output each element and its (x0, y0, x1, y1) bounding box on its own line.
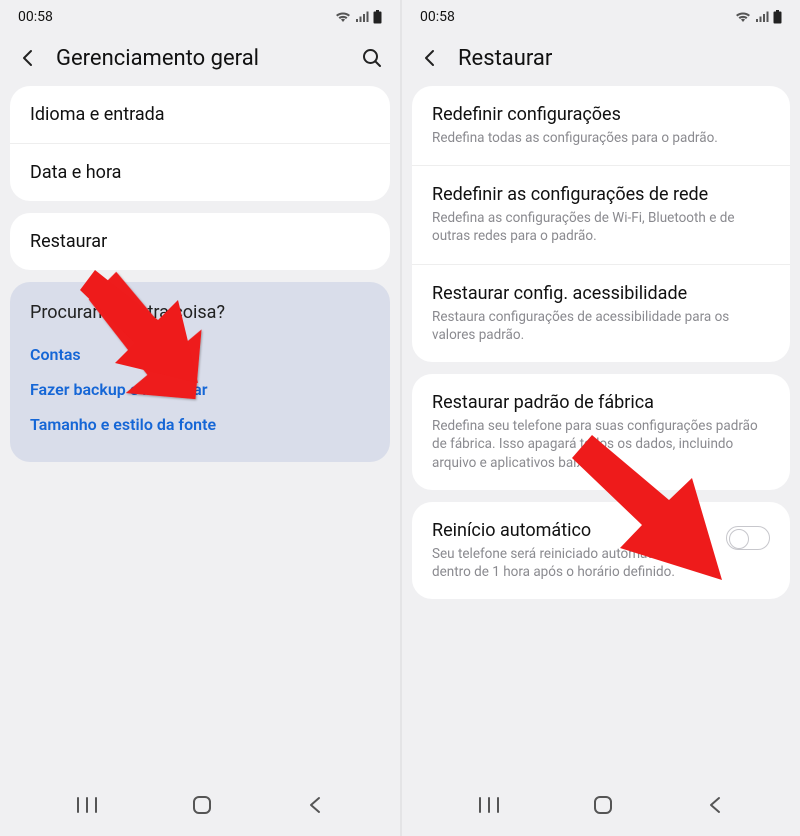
row-subtitle: Seu telefone será reiniciado automaticam… (432, 545, 714, 581)
settings-group-reset-options: Redefinir configurações Redefina todas a… (412, 86, 790, 362)
row-title: Reinício automático (432, 520, 714, 541)
page-title: Gerenciamento geral (56, 46, 344, 71)
settings-group-auto-restart: Reinício automático Seu telefone será re… (412, 502, 790, 599)
navbar (0, 778, 400, 836)
statusbar-time: 00:58 (18, 9, 53, 25)
settings-group-factory: Restaurar padrão de fábrica Redefina seu… (412, 374, 790, 490)
row-subtitle: Redefina todas as configurações para o p… (432, 129, 770, 147)
row-title: Restaurar padrão de fábrica (432, 392, 770, 413)
statusbar: 00:58 (402, 0, 800, 34)
row-title: Redefinir as configurações de rede (432, 184, 770, 205)
settings-group-reset: Restaurar (10, 213, 390, 270)
row-auto-restart[interactable]: Reinício automático Seu telefone será re… (412, 502, 790, 599)
battery-icon (773, 10, 782, 24)
page-title: Restaurar (458, 46, 786, 71)
suggest-link-accounts[interactable]: Contas (30, 337, 370, 372)
suggestions-card: Procurando outra coisa? Contas Fazer bac… (10, 282, 390, 462)
settings-group-general: Idioma e entrada Data e hora (10, 86, 390, 201)
content: Redefinir configurações Redefina todas a… (402, 86, 800, 599)
signal-icon (355, 11, 369, 23)
row-date-time[interactable]: Data e hora (10, 143, 390, 201)
home-button[interactable] (592, 794, 614, 820)
back-button[interactable] (706, 796, 724, 818)
phone-left: 00:58 Gerenciamento geral Idioma e entra… (0, 0, 400, 836)
suggest-link-fontsize[interactable]: Tamanho e estilo da fonte (30, 407, 370, 442)
recents-button[interactable] (478, 796, 500, 818)
back-icon[interactable] (14, 44, 42, 72)
statusbar-right (335, 10, 382, 24)
battery-icon (373, 10, 382, 24)
row-reset-network[interactable]: Redefinir as configurações de rede Redef… (412, 165, 790, 263)
row-restore[interactable]: Restaurar (10, 213, 390, 270)
row-subtitle: Redefina as configurações de Wi-Fi, Blue… (432, 209, 770, 245)
recents-button[interactable] (76, 796, 98, 818)
home-button[interactable] (191, 794, 213, 820)
navbar (402, 778, 800, 836)
row-reset-accessibility[interactable]: Restaurar config. acessibilidade Restaur… (412, 264, 790, 362)
row-title: Redefinir configurações (432, 104, 770, 125)
row-title: Restaurar (30, 231, 370, 252)
wifi-icon (335, 11, 351, 23)
row-language-input[interactable]: Idioma e entrada (10, 86, 390, 143)
statusbar-right (735, 10, 782, 24)
header: Restaurar (402, 34, 800, 86)
content: Idioma e entrada Data e hora Restaurar P… (0, 86, 400, 462)
row-title: Data e hora (30, 162, 370, 183)
phone-right: 00:58 Restaurar Redefinir configurações … (400, 0, 800, 836)
suggestions-title: Procurando outra coisa? (30, 302, 370, 323)
row-subtitle: Restaura configurações de acessibilidade… (432, 308, 770, 344)
statusbar-time: 00:58 (420, 9, 455, 25)
suggest-link-backup[interactable]: Fazer backup e restaurar (30, 372, 370, 407)
row-title: Restaurar config. acessibilidade (432, 283, 770, 304)
header: Gerenciamento geral (0, 34, 400, 86)
row-subtitle: Redefina seu telefone para suas configur… (432, 417, 770, 472)
search-icon[interactable] (358, 44, 386, 72)
row-reset-settings[interactable]: Redefinir configurações Redefina todas a… (412, 86, 790, 165)
back-icon[interactable] (416, 44, 444, 72)
auto-restart-toggle[interactable] (726, 526, 770, 550)
wifi-icon (735, 11, 751, 23)
back-button[interactable] (306, 796, 324, 818)
row-factory-reset[interactable]: Restaurar padrão de fábrica Redefina seu… (412, 374, 790, 490)
row-title: Idioma e entrada (30, 104, 370, 125)
signal-icon (755, 11, 769, 23)
statusbar: 00:58 (0, 0, 400, 34)
